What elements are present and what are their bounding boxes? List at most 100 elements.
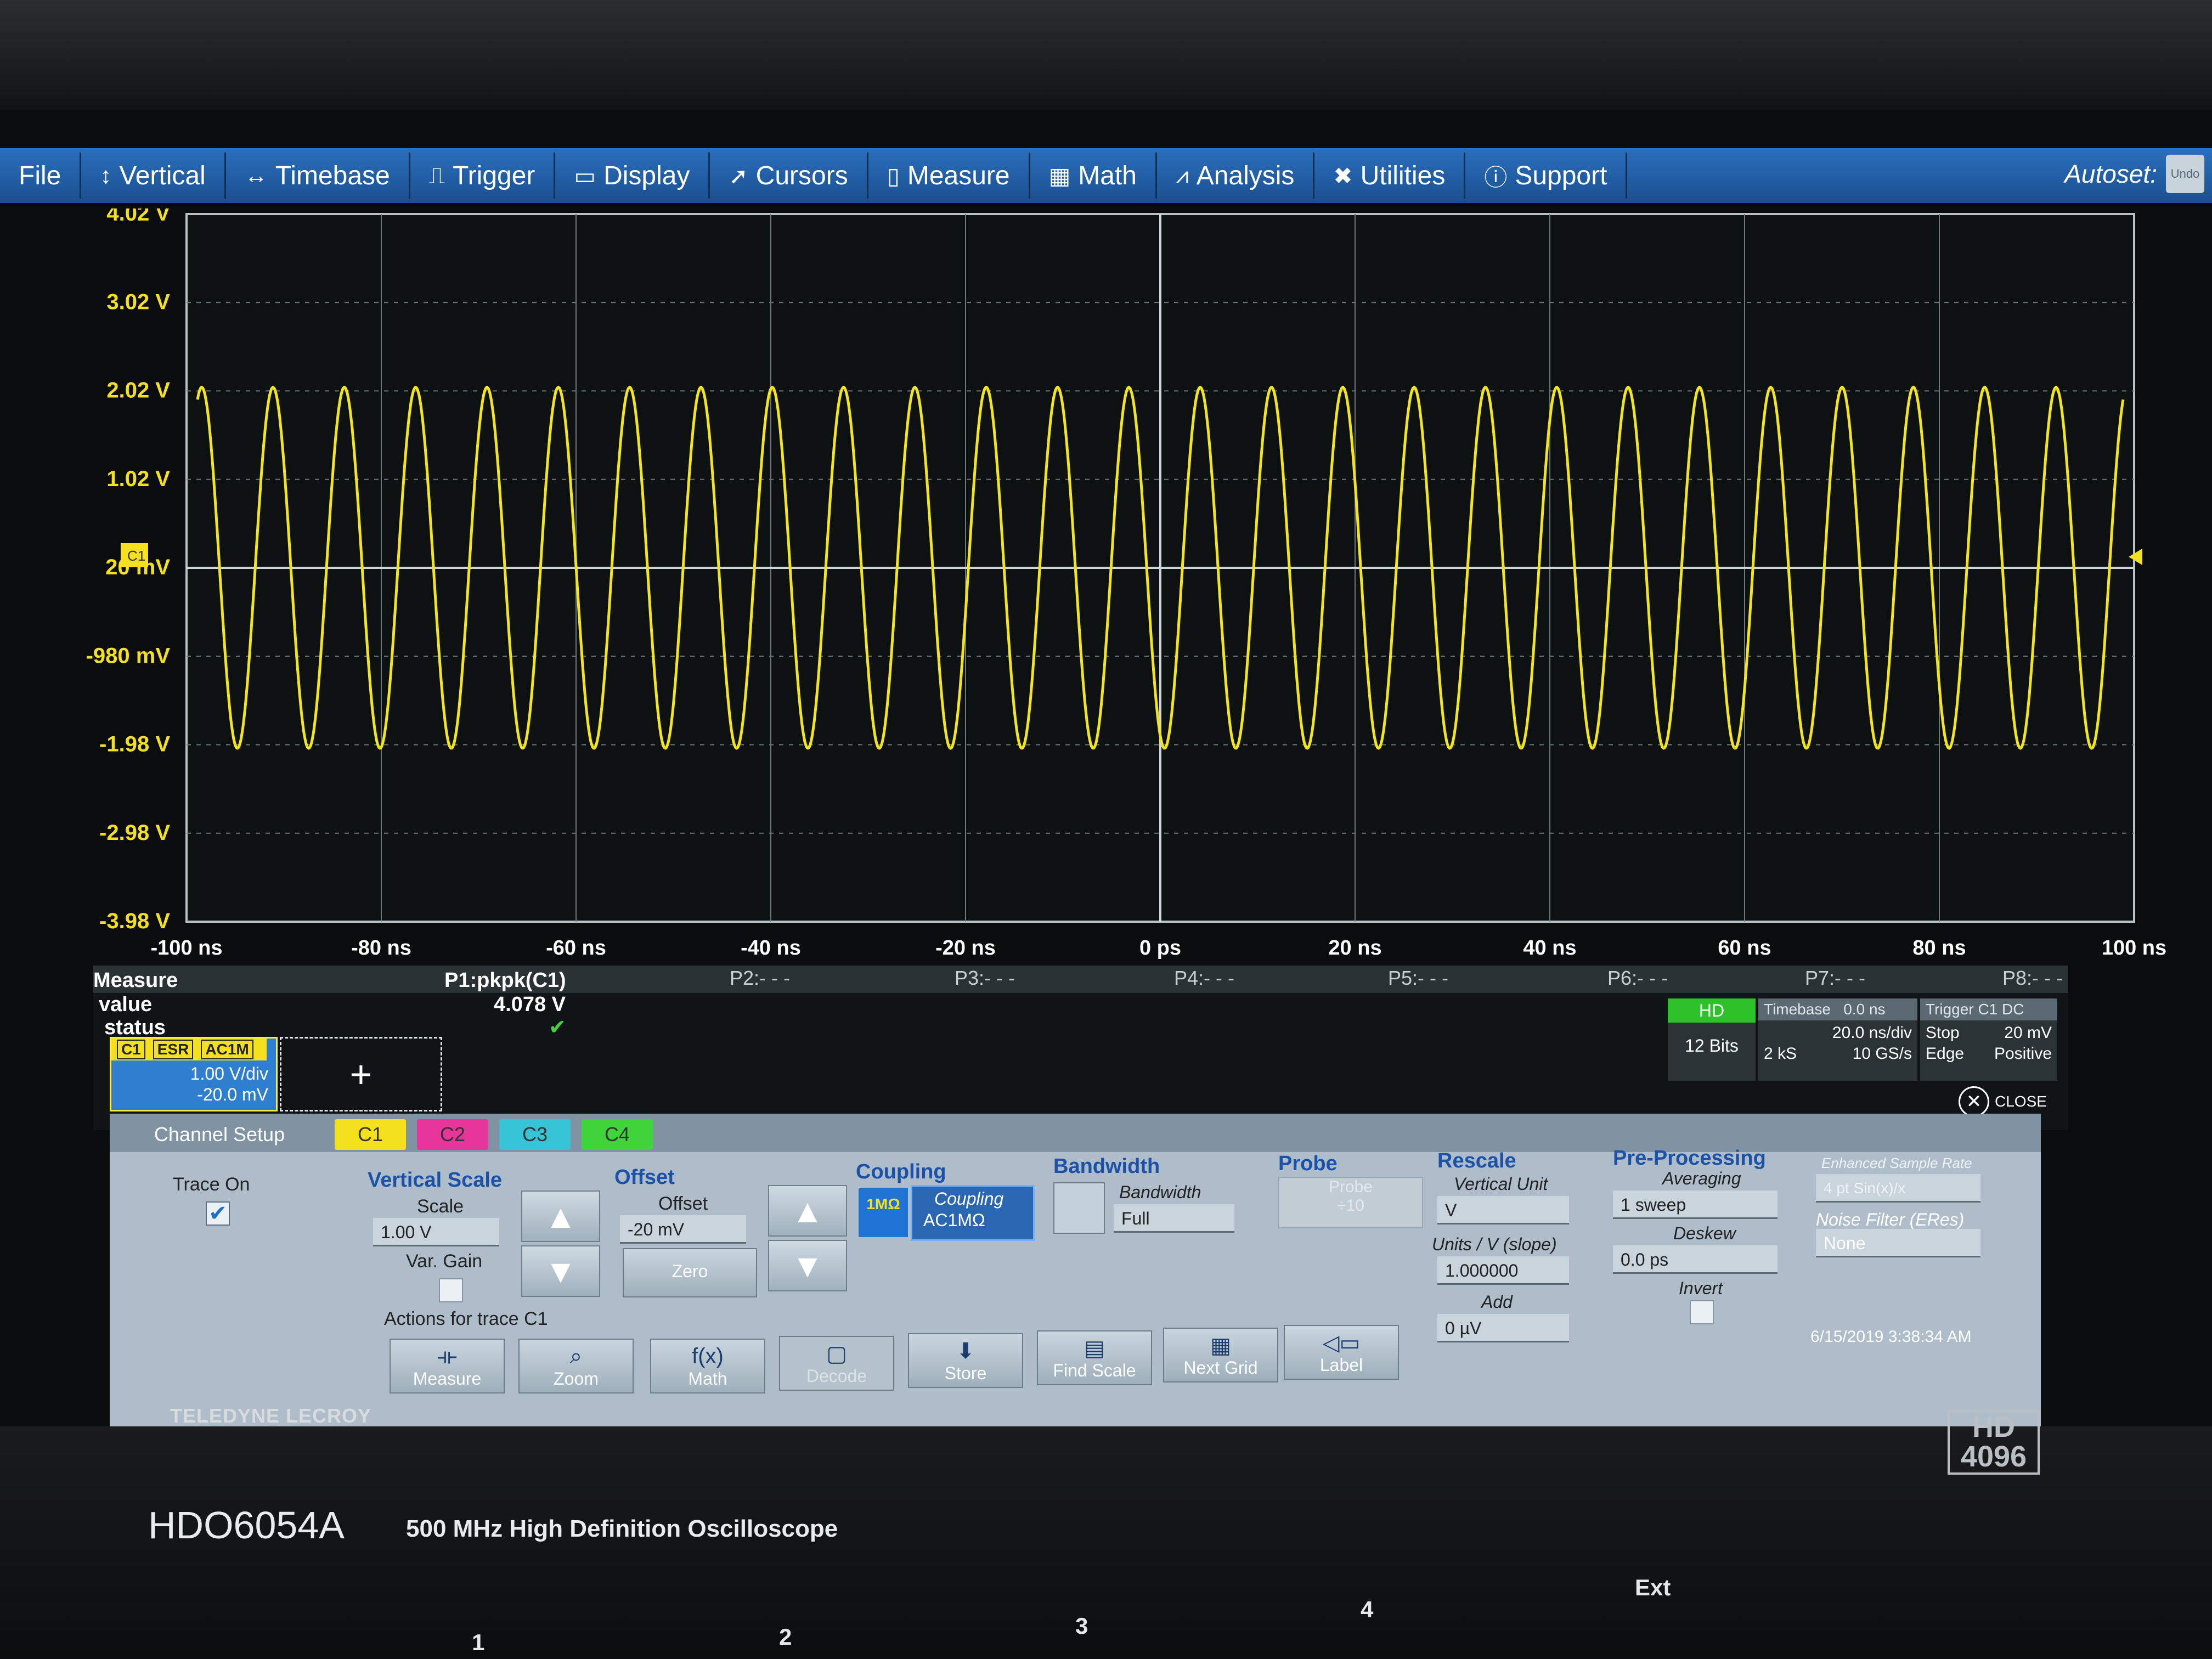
deskew-field[interactable]: 0.0 ps [1613,1245,1778,1274]
vertical-arrows-icon: ↕ [100,162,112,188]
undo-button[interactable]: Undo [2166,155,2204,193]
param-p1[interactable]: P1:pkpk(C1) [444,969,566,992]
close-icon: ✕ [1959,1086,1989,1117]
timebase-box[interactable]: Timebase 0.0 ns 20.0 ns/div 2 kS 10 GS/s [1758,998,1917,1081]
trace-on-label: Trace On [173,1174,250,1195]
param-p2[interactable]: P2:- - - [730,967,790,990]
coupling-tag: AC1M [201,1040,253,1059]
add-trace-button[interactable]: + [280,1037,442,1111]
channel-setup-dialog: Channel Setup C1 C2 C3 C4 Trace On ✔ Ver… [110,1114,2041,1426]
sample-rate: 10 GS/s [1852,1045,1912,1063]
action-math-button[interactable]: f(x) Math [650,1339,765,1393]
deskew-label: Deskew [1673,1223,1736,1243]
var-gain-label: Var. Gain [406,1251,483,1272]
add-field[interactable]: 0 µV [1437,1314,1569,1342]
menu-utilities[interactable]: ✖ Utilities [1314,153,1466,199]
var-gain-checkbox[interactable] [439,1278,463,1302]
trigger-title: Trigger C1 DC [1920,998,2057,1020]
measure-icon: ▯ [887,162,900,189]
param-p6[interactable]: P6:- - - [1607,967,1668,990]
port-1-label: 1 [472,1629,485,1655]
action-zoom-button[interactable]: ⌕ Zoom [518,1339,634,1393]
menu-display[interactable]: ▭ Display [555,153,710,199]
esr-field[interactable]: 4 pt Sin(x)/x [1816,1174,1980,1203]
tab-c4[interactable]: C4 [582,1119,653,1150]
offset-down-button[interactable]: ▼ [768,1240,847,1291]
menu-display-label: Display [603,161,690,190]
units-slope-field[interactable]: 1.000000 [1437,1256,1569,1285]
offset-field[interactable]: -20 mV [620,1215,746,1244]
scale-down-button[interactable]: ▼ [521,1245,600,1297]
scale-label: Scale [417,1196,464,1217]
timebase-rate: 20.0 ns/div [1832,1024,1912,1042]
menu-timebase[interactable]: ↔ Timebase [226,153,410,199]
status-check-icon: ✔ [549,1016,566,1039]
trigger-title-text: Trigger [1926,1001,1974,1018]
action-find-scale-button[interactable]: ▤ Find Scale [1037,1330,1152,1385]
param-p4[interactable]: P4:- - - [1174,967,1234,990]
param-p7[interactable]: P7:- - - [1805,967,1865,990]
trigger-tags: C1 DC [1978,1001,2024,1018]
waveform-area[interactable]: 4.02 V 3.02 V 2.02 V 1.02 V 20 mV -980 mV -1.9… [0,208,2212,1064]
invert-checkbox[interactable] [1690,1300,1714,1324]
coupling-field[interactable]: Coupling AC1MΩ [911,1185,1035,1241]
vertical-unit-label: Vertical Unit [1454,1174,1548,1194]
menu-cursors-label: Cursors [755,161,848,190]
action-store-button[interactable]: ⬇ Store [908,1333,1023,1388]
action-label-button[interactable]: ◁▭ Label [1284,1325,1399,1380]
x-axis-label: -20 ns [935,936,996,960]
preproc-head: Pre-Processing [1613,1147,1766,1170]
function-icon: f(x) [692,1344,724,1368]
action-decode-button[interactable]: ▢ Decode [779,1336,894,1391]
menu-math[interactable]: ▦ Math [1030,153,1157,199]
zero-label: Zero [672,1261,708,1281]
model-description: 500 MHz High Definition Oscilloscope [406,1515,838,1542]
trigger-box[interactable]: Trigger C1 DC Stop 20 mV Edge Positive [1920,998,2057,1081]
menu-file[interactable]: File [0,153,82,199]
menu-measure[interactable]: ▯ Measure [868,153,1030,199]
tab-c3[interactable]: C3 [499,1119,571,1150]
offset-head: Offset [614,1166,675,1189]
bandwidth-field[interactable]: Full [1114,1204,1234,1233]
close-button[interactable]: ✕ CLOSE [1959,1086,2047,1117]
x-axis-label: -40 ns [741,936,801,960]
menu-vertical[interactable]: ↕ Vertical [81,153,226,199]
c1-descriptor-box[interactable]: C1 ESR AC1M 1.00 V/div -20.0 mV [110,1037,278,1111]
y-axis-label: -980 mV [86,644,171,668]
x-axis-label: 60 ns [1718,936,1771,960]
menu-trigger[interactable]: ⎍ Trigger [410,153,556,199]
probe-head: Probe [1278,1152,1338,1175]
action-next-grid-label: Next Grid [1183,1358,1258,1378]
averaging-field[interactable]: 1 sweep [1613,1190,1778,1219]
menu-analysis[interactable]: ⩘ Analysis [1157,153,1315,199]
zero-button[interactable]: Zero [623,1248,757,1297]
rescale-head: Rescale [1437,1149,1516,1172]
menu-cursors[interactable]: ➚ Cursors [710,153,868,199]
offset-label: Offset [658,1193,708,1214]
vertical-unit-field[interactable]: V [1437,1196,1569,1224]
param-p3[interactable]: P3:- - - [955,967,1015,990]
noise-filter-field[interactable]: None [1816,1229,1980,1257]
action-measure-button[interactable]: ⟛ Measure [390,1339,505,1393]
timebase-title-text: Timebase [1764,1001,1831,1018]
scale-up-button[interactable]: ▲ [521,1190,600,1242]
tab-c1[interactable]: C1 [335,1119,406,1150]
param-p8[interactable]: P8:- - - [2002,967,2063,990]
param-p5[interactable]: P5:- - - [1388,967,1448,990]
menu-measure-label: Measure [907,161,1010,190]
trace-on-checkbox[interactable]: ✔ [206,1201,230,1226]
probe-button[interactable]: Probe ÷10 [1278,1177,1423,1228]
brand-label: TELEDYNE LECROY [170,1404,372,1427]
y-axis-label: 1.02 V [106,467,170,491]
scale-field[interactable]: 1.00 V [373,1218,499,1246]
x-axis-label: -80 ns [351,936,411,960]
ground-marker[interactable]: C1 [127,548,145,564]
menu-support[interactable]: ⓘ Support [1465,153,1628,199]
offset-up-button[interactable]: ▲ [768,1185,847,1237]
tab-c2[interactable]: C2 [417,1119,488,1150]
hd-status-box[interactable]: HD 12 Bits [1668,998,1756,1081]
menu-timebase-label: Timebase [275,161,390,190]
action-next-grid-button[interactable]: ▦ Next Grid [1163,1328,1278,1383]
noise-filter-label: Noise Filter (ERes) [1816,1210,1965,1229]
trigger-level: 20 mV [2004,1024,2052,1042]
